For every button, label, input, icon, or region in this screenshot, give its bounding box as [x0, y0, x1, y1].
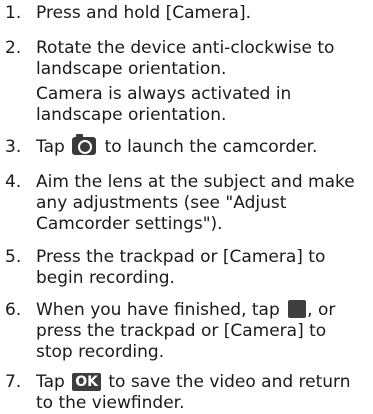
step-line: Press and hold [Camera]. [36, 3, 252, 23]
stop-icon [288, 300, 307, 318]
step-number: 3. [5, 137, 22, 157]
step-text-before-icon: Tap [36, 372, 65, 392]
step-text: Press and hold [Camera]. [36, 3, 371, 24]
step-number: 6. [5, 300, 22, 320]
step-line: to the viewfinder. [36, 393, 185, 413]
step-text-after-icon: to launch the camcorder. [104, 137, 318, 157]
step-line: any adjustments (see "Adjust [36, 193, 287, 213]
step-text-before-icon: Tap [36, 137, 65, 157]
step-line: Tap to launch the camcorder. [36, 134, 371, 158]
step-text: Rotate the device anti-clockwise to land… [36, 38, 371, 126]
step-line: When you have finished, tap , or [36, 300, 371, 321]
step-line: landscape orientation. [36, 59, 227, 79]
step-line: Aim the lens at the subject and make [36, 172, 355, 192]
instruction-steps: 1. Press and hold [Camera]. 2. Rotate th… [0, 0, 373, 413]
step-note: Camera is always activated in landscape … [36, 84, 371, 126]
step-line: Tap OK to save the video and return [36, 372, 371, 393]
step-text: Press the trackpad or [Camera] to begin … [36, 247, 371, 289]
step-line: Camcorder settings"). [36, 214, 223, 234]
step-number: 2. [5, 38, 22, 58]
step-text: When you have finished, tap , or press t… [36, 300, 371, 363]
step-number: 1. [5, 3, 22, 23]
camera-icon [72, 134, 97, 155]
step-text-after-icon: , or [307, 300, 336, 320]
ok-icon: OK [72, 373, 101, 391]
note-line: landscape orientation. [36, 105, 227, 125]
note-line: Camera is always activated in [36, 84, 292, 104]
step-number: 5. [5, 247, 22, 267]
step-line: begin recording. [36, 268, 175, 288]
step-number: 4. [5, 172, 22, 192]
step-text: Tap to launch the camcorder. [36, 134, 371, 158]
step-text-before-icon: When you have finished, tap [36, 300, 280, 320]
step-line: Press the trackpad or [Camera] to [36, 247, 326, 267]
step-text: Aim the lens at the subject and make any… [36, 172, 371, 235]
step-line: Rotate the device anti-clockwise to [36, 38, 335, 58]
step-text: Tap OK to save the video and return to t… [36, 372, 371, 414]
step-text-after-icon: to save the video and return [108, 372, 351, 392]
step-line: press the trackpad or [Camera] to [36, 321, 327, 341]
step-number: 7. [5, 372, 22, 392]
step-line: stop recording. [36, 342, 165, 362]
